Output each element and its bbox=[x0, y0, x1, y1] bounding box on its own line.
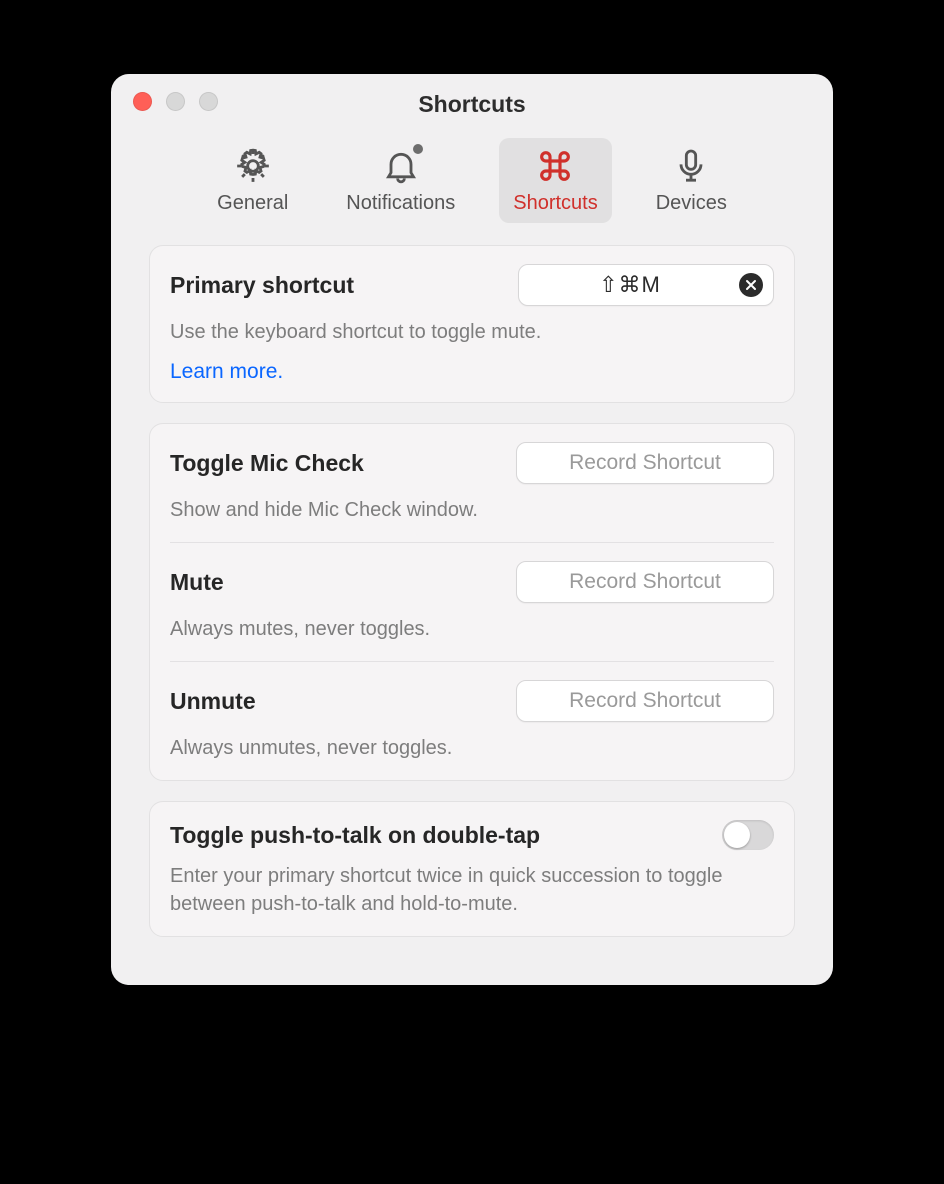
primary-shortcut-card: Primary shortcut ⇧⌘M Use the keyboard sh… bbox=[149, 245, 795, 403]
toggle-mic-check-desc: Show and hide Mic Check window. bbox=[170, 496, 774, 524]
primary-shortcut-desc: Use the keyboard shortcut to toggle mute… bbox=[170, 318, 774, 346]
unmute-desc: Always unmutes, never toggles. bbox=[170, 734, 774, 762]
preferences-window: Shortcuts General Notifications bbox=[111, 74, 833, 985]
microphone-icon bbox=[671, 146, 711, 186]
unmute-record-button[interactable]: Record Shortcut bbox=[516, 680, 774, 722]
push-to-talk-toggle[interactable] bbox=[722, 820, 774, 850]
content: Primary shortcut ⇧⌘M Use the keyboard sh… bbox=[111, 245, 833, 937]
tab-label: General bbox=[217, 192, 288, 215]
tab-shortcuts[interactable]: Shortcuts bbox=[499, 138, 611, 223]
command-icon bbox=[535, 146, 575, 186]
primary-shortcut-value: ⇧⌘M bbox=[537, 272, 723, 298]
minimize-window-button[interactable] bbox=[166, 92, 185, 111]
titlebar: Shortcuts bbox=[111, 74, 833, 126]
window-controls bbox=[133, 92, 218, 111]
push-to-talk-desc: Enter your primary shortcut twice in qui… bbox=[170, 862, 730, 918]
close-window-button[interactable] bbox=[133, 92, 152, 111]
mute-desc: Always mutes, never toggles. bbox=[170, 615, 774, 643]
primary-shortcut-field[interactable]: ⇧⌘M bbox=[518, 264, 774, 306]
unmute-title: Unmute bbox=[170, 688, 256, 715]
push-to-talk-title: Toggle push-to-talk on double-tap bbox=[170, 822, 540, 849]
mute-title: Mute bbox=[170, 569, 224, 596]
tab-notifications[interactable]: Notifications bbox=[332, 138, 469, 223]
push-to-talk-card: Toggle push-to-talk on double-tap Enter … bbox=[149, 801, 795, 937]
tab-label: Devices bbox=[656, 192, 727, 215]
tab-label: Shortcuts bbox=[513, 192, 597, 215]
toggle-mic-check-title: Toggle Mic Check bbox=[170, 450, 364, 477]
toggle-knob bbox=[724, 822, 750, 848]
learn-more-link[interactable]: Learn more. bbox=[170, 360, 283, 384]
window-title: Shortcuts bbox=[111, 91, 833, 118]
tab-devices[interactable]: Devices bbox=[642, 138, 741, 223]
x-icon bbox=[745, 279, 757, 291]
shortcuts-list-card: Toggle Mic Check Record Shortcut Show an… bbox=[149, 423, 795, 781]
gear-icon bbox=[233, 146, 273, 186]
primary-shortcut-title: Primary shortcut bbox=[170, 272, 354, 299]
divider bbox=[170, 661, 774, 662]
tab-general[interactable]: General bbox=[203, 138, 302, 223]
mute-record-button[interactable]: Record Shortcut bbox=[516, 561, 774, 603]
toggle-mic-check-record-button[interactable]: Record Shortcut bbox=[516, 442, 774, 484]
divider bbox=[170, 542, 774, 543]
zoom-window-button[interactable] bbox=[199, 92, 218, 111]
tab-label: Notifications bbox=[346, 192, 455, 215]
bell-icon bbox=[381, 146, 421, 186]
clear-shortcut-button[interactable] bbox=[739, 273, 763, 297]
toolbar-tabs: General Notifications Shortcuts bbox=[111, 126, 833, 245]
